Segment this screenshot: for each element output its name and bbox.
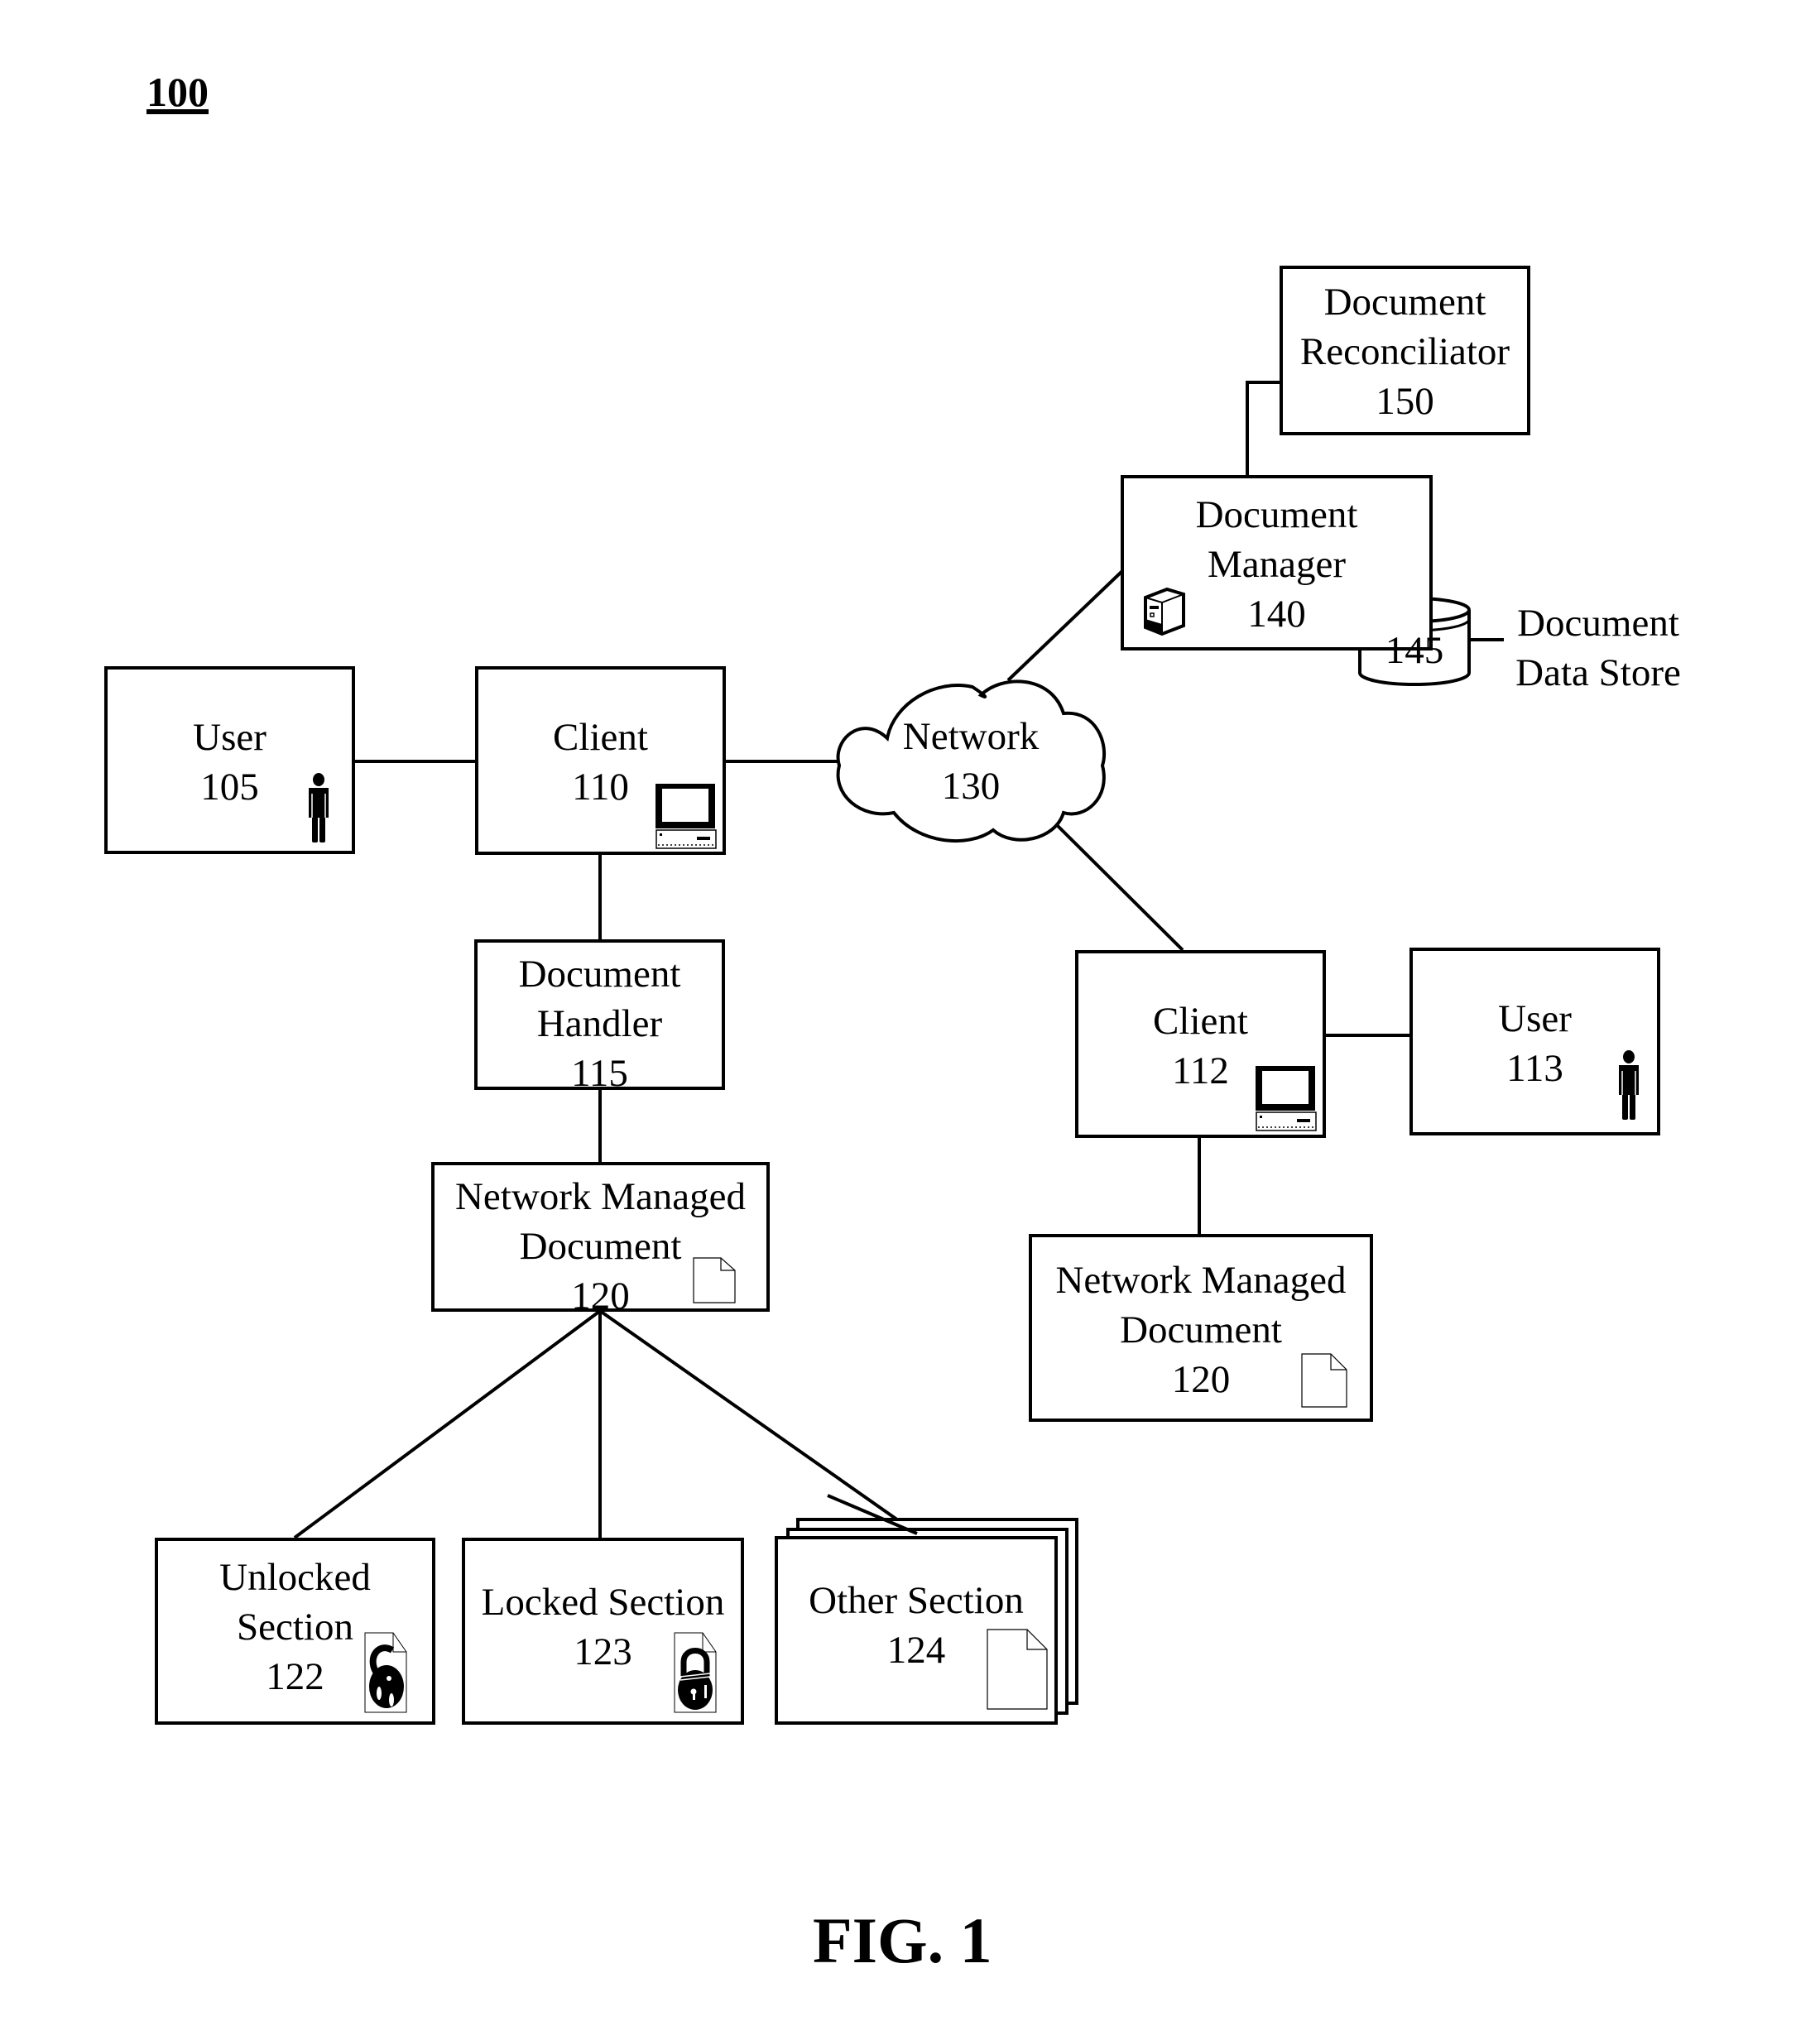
document-handler-115-box[interactable]: Document Handler 115 (474, 939, 725, 1095)
person-icon (309, 773, 329, 842)
unlocked-padlock-document-icon (364, 1632, 407, 1713)
computer-icon (1256, 1066, 1317, 1131)
network-managed-document-120-left-box[interactable]: Network Managed Document 120 (431, 1162, 770, 1318)
user-105-box[interactable]: User 105 (104, 666, 355, 854)
connector-document120-other124 (598, 1309, 919, 1535)
person-icon (1619, 1050, 1639, 1120)
connector-document120-unlocked122 (293, 1309, 602, 1539)
other-section-124-box[interactable]: Other Section 124 (775, 1536, 1058, 1725)
locked-section-123-box[interactable]: Locked Section 123 (462, 1538, 744, 1725)
network-130-label: Network 130 (902, 715, 1040, 808)
computer-icon (655, 784, 717, 849)
document-icon (693, 1257, 736, 1303)
document-data-store-label: Document Data Store (1515, 602, 1681, 694)
client-110-box[interactable]: Client 110 (475, 666, 726, 855)
data-store-145-number: 145 (1385, 629, 1444, 672)
document-icon (987, 1629, 1048, 1710)
figure-caption: FIG. 1 (813, 1904, 992, 1976)
network-managed-document-120-right-box[interactable]: Network Managed Document 120 (1029, 1234, 1373, 1422)
figure-reference-number: 100 (146, 69, 209, 115)
connector-manager140-reconciliator150 (1246, 381, 1280, 475)
user-113-box[interactable]: User 113 (1409, 948, 1660, 1135)
unlocked-section-122-box[interactable]: Unlocked Section 122 (155, 1538, 435, 1725)
locked-padlock-document-icon (674, 1632, 717, 1713)
document-manager-140-box[interactable]: Document Manager 140 (1121, 475, 1433, 650)
connector-network130-client112 (1051, 819, 1184, 952)
client-112-box[interactable]: Client 112 (1075, 950, 1326, 1138)
document-icon (1301, 1353, 1347, 1408)
connector-network130-manager140 (1006, 569, 1124, 682)
document-handler-label: Document Handler 115 (518, 953, 681, 1095)
document-reconciliator-150-box[interactable]: Document Reconciliator 150 (1280, 266, 1530, 435)
document-reconciliator-label: Document Reconciliator 150 (1299, 281, 1510, 423)
server-icon (1144, 587, 1185, 636)
